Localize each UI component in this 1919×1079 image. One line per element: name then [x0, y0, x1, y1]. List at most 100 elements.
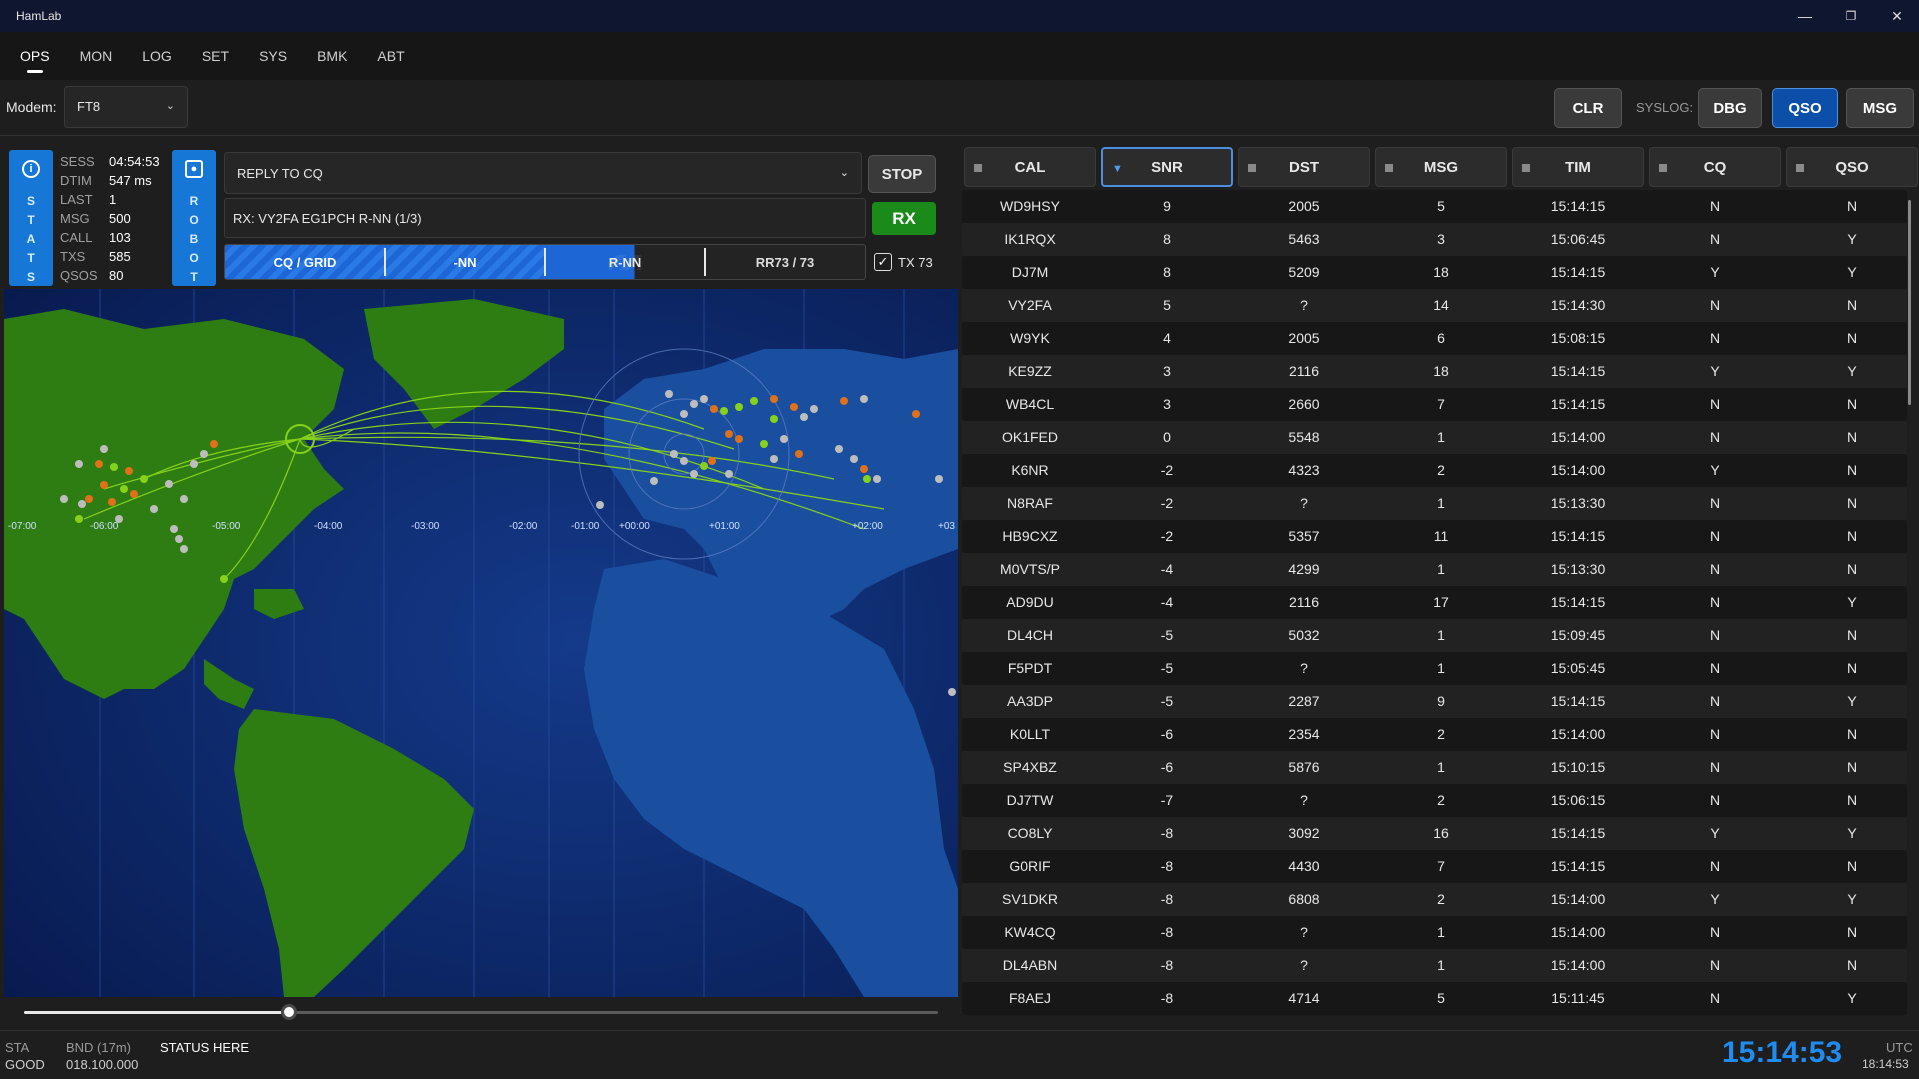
cell-snr: -8 — [1160, 990, 1174, 1006]
col-header-cq[interactable]: CQ — [1649, 147, 1781, 187]
tx73-checkbox[interactable]: ✓ — [874, 253, 892, 271]
cell-cal: SP4XBZ — [1003, 759, 1057, 775]
cell-cq: N — [1709, 792, 1721, 808]
stat-key: TXS — [60, 249, 86, 264]
stat-row: SESS 04:54:53 — [60, 152, 160, 171]
table-row[interactable]: DJ7M 8 5209 18 15:14:15 Y Y — [962, 256, 1907, 289]
table-row[interactable]: CO8LY -8 3092 16 15:14:15 Y Y — [962, 817, 1907, 850]
world-map[interactable]: -07:00 -06:00 -05:00 -04:00 -03:00 -02:0… — [4, 289, 958, 997]
tab-bmk[interactable]: BMK — [305, 32, 359, 80]
cell-tim: 15:14:00 — [1550, 957, 1606, 973]
table-row[interactable]: KW4CQ -8? 1 15:14:00 N N — [962, 916, 1907, 949]
tab-mon[interactable]: MON — [68, 32, 125, 80]
tz-label: -05:00 — [212, 521, 241, 532]
cell-cal: W9YK — [1010, 330, 1050, 346]
tab-sys[interactable]: SYS — [247, 32, 299, 80]
table-row[interactable]: VY2FA 5? 14 15:14:30 N N — [962, 289, 1907, 322]
col-header-dst[interactable]: DST — [1238, 147, 1370, 187]
col-header-snr[interactable]: ▼ SNR — [1101, 147, 1233, 187]
cell-msg: 1 — [1437, 660, 1445, 676]
step-rr73[interactable]: RR73 / 73 — [705, 245, 865, 279]
cell-snr: 8 — [1163, 231, 1171, 247]
modem-select[interactable]: FT8 ⌄ — [64, 86, 188, 128]
table-row[interactable]: SP4XBZ -6 5876 1 15:10:15 N N — [962, 751, 1907, 784]
cell-tim: 15:10:15 — [1550, 759, 1606, 775]
cell-cal: F8AEJ — [1008, 990, 1051, 1006]
ops-mode-select[interactable]: REPLY TO CQ ⌄ — [224, 152, 862, 194]
table-row[interactable]: W9YK 4 2005 6 15:08:15 N N — [962, 322, 1907, 355]
table-row[interactable]: AA3DP -5 2287 9 15:14:15 N Y — [962, 685, 1907, 718]
cell-msg: 18 — [1433, 363, 1449, 379]
table-row[interactable]: SV1DKR -8 6808 2 15:14:00 Y Y — [962, 883, 1907, 916]
col-header-msg[interactable]: MSG — [1375, 147, 1507, 187]
table-row[interactable]: DJ7TW -7? 2 15:06:15 N N — [962, 784, 1907, 817]
table-row[interactable]: M0VTS/P -4 4299 1 15:13:30 N N — [962, 553, 1907, 586]
col-header-label: CQ — [1703, 158, 1727, 176]
col-header-cal[interactable]: CAL — [964, 147, 1096, 187]
syslog-msg-button[interactable]: MSG — [1846, 88, 1914, 128]
toolbar: Modem: FT8 ⌄ CLR DBG QSO MSG — [0, 80, 1919, 136]
cell-cal: DL4ABN — [1002, 957, 1058, 973]
col-header-tim[interactable]: TIM — [1512, 147, 1644, 187]
restore-icon[interactable]: ❐ — [1828, 0, 1874, 32]
table-row[interactable]: G0RIF -8 4430 7 15:14:15 N N — [962, 850, 1907, 883]
table-row[interactable]: K0LLT -6 2354 2 15:14:00 N N — [962, 718, 1907, 751]
tab-set[interactable]: SET — [190, 32, 241, 80]
cell-cq: N — [1709, 330, 1721, 346]
step-r-nn[interactable]: R-NN — [545, 245, 705, 279]
time-slider[interactable] — [24, 1004, 938, 1020]
tz-label: +03 — [938, 521, 955, 532]
rx-button[interactable]: RX — [872, 202, 936, 235]
cell-msg: 1 — [1437, 924, 1445, 940]
clear-button[interactable]: CLR — [1554, 88, 1622, 128]
syslog-qso-button[interactable]: QSO — [1772, 88, 1838, 128]
step-nn[interactable]: -NN — [385, 245, 545, 279]
table-row[interactable]: IK1RQX 8 5463 3 15:06:45 N Y — [962, 223, 1907, 256]
rx-message-line: RX: VY2FA EG1PCH R-NN (1/3) — [224, 198, 866, 238]
cell-msg: 18 — [1433, 264, 1449, 280]
table-scrollbar[interactable] — [1908, 200, 1911, 405]
cell-dst: ? — [1300, 660, 1308, 676]
minimize-icon[interactable]: — — [1782, 0, 1828, 32]
cell-cq: N — [1709, 957, 1721, 973]
cell-tim: 15:14:15 — [1550, 594, 1606, 610]
tab-ops[interactable]: OPS — [8, 32, 62, 80]
table-row[interactable]: K6NR -2 4323 2 15:14:00 Y N — [962, 454, 1907, 487]
table-row[interactable]: OK1FED 0 5548 1 15:14:00 N N — [962, 421, 1907, 454]
cell-tim: 15:11:45 — [1551, 990, 1605, 1006]
time-slider-thumb[interactable] — [281, 1004, 298, 1020]
table-row[interactable]: WD9HSY 9 2005 5 15:14:15 N N — [962, 190, 1907, 223]
robot-toggle[interactable]: ● R O B O T — [172, 150, 216, 286]
table-row[interactable]: HB9CXZ -2 5357 11 15:14:15 N N — [962, 520, 1907, 553]
cell-msg: 3 — [1437, 231, 1445, 247]
tz-label: +00:00 — [619, 521, 650, 532]
close-icon[interactable]: ✕ — [1874, 0, 1919, 32]
cell-qso: N — [1846, 957, 1858, 973]
syslog-dbg-button[interactable]: DBG — [1698, 88, 1762, 128]
table-row[interactable]: N8RAF -2? 1 15:13:30 N N — [962, 487, 1907, 520]
table-row[interactable]: AD9DU -4 2116 17 15:14:15 N Y — [962, 586, 1907, 619]
cell-cq: Y — [1710, 264, 1720, 280]
cell-qso: N — [1846, 495, 1858, 511]
cell-tim: 15:14:15 — [1550, 693, 1606, 709]
tab-log[interactable]: LOG — [130, 32, 184, 80]
stop-button[interactable]: STOP — [868, 155, 936, 193]
step-cq-grid[interactable]: CQ / GRID — [225, 245, 385, 279]
table-row[interactable]: F5PDT -5? 1 15:05:45 N N — [962, 652, 1907, 685]
stat-value: 500 — [109, 211, 131, 226]
stat-value: 04:54:53 — [109, 154, 160, 169]
table-row[interactable]: F8AEJ -8 4714 5 15:11:45 N Y — [962, 982, 1907, 1015]
cell-snr: -8 — [1160, 858, 1174, 874]
table-row[interactable]: KE9ZZ 3 2116 18 15:14:15 Y Y — [962, 355, 1907, 388]
col-header-qso[interactable]: QSO — [1786, 147, 1918, 187]
table-row[interactable]: DL4CH -5 5032 1 15:09:45 N N — [962, 619, 1907, 652]
status-text: STATUS HERE — [160, 1040, 250, 1055]
cell-snr: 4 — [1163, 330, 1171, 346]
cell-qso: Y — [1847, 231, 1857, 247]
table-row[interactable]: DL4ABN -8? 1 15:14:00 N N — [962, 949, 1907, 982]
table-row[interactable]: WB4CL 3 2660 7 15:14:15 N N — [962, 388, 1907, 421]
stats-toggle[interactable]: i S T A T S — [9, 150, 53, 286]
tab-abt[interactable]: ABT — [365, 32, 416, 80]
cell-cal: DJ7M — [1011, 264, 1049, 280]
cell-qso: N — [1846, 561, 1858, 577]
